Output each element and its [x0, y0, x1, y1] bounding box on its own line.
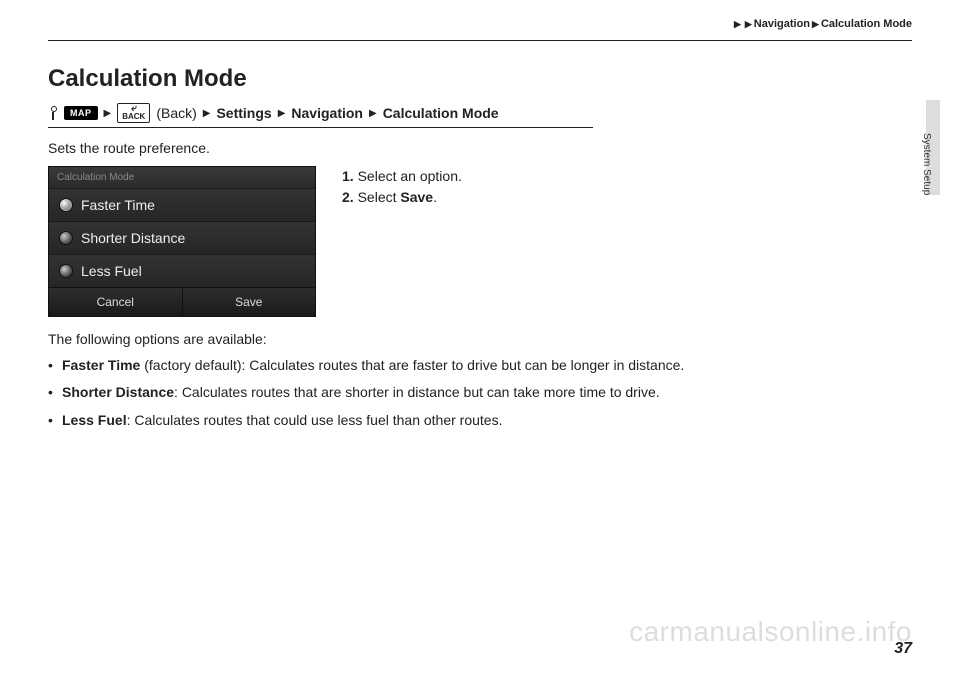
- bullet-bold: Less Fuel: [62, 412, 127, 428]
- back-text: BACK: [122, 113, 145, 121]
- nav-seg-settings: Settings: [216, 105, 271, 121]
- breadcrumb-seg: Navigation: [754, 18, 810, 30]
- radio-icon: [59, 231, 73, 245]
- breadcrumb: ▶▶Navigation▶Calculation Mode: [732, 18, 912, 30]
- nav-path: MAP ▶ ⤶ BACK (Back) ▶ Settings ▶ Navigat…: [48, 103, 912, 123]
- map-badge-icon: MAP: [64, 106, 98, 120]
- bullet-less-fuel: Less Fuel: Calculates routes that could …: [48, 410, 788, 432]
- bullet-shorter-distance: Shorter Distance: Calculates routes that…: [48, 382, 788, 404]
- triangle-right-icon: ▶: [203, 108, 211, 119]
- step-text: Select an option.: [358, 168, 462, 184]
- triangle-right-icon: ▶: [812, 19, 819, 30]
- bullet-text: : Calculates routes that could use less …: [127, 412, 503, 428]
- ss-option-faster-time: Faster Time: [49, 188, 315, 221]
- nav-seg-navigation: Navigation: [291, 105, 363, 121]
- radio-icon: [59, 198, 73, 212]
- triangle-right-icon: ▶: [734, 19, 741, 30]
- ss-footer: Cancel Save: [49, 287, 315, 316]
- step-bold: Save: [400, 189, 433, 205]
- step-number: 2.: [342, 189, 354, 205]
- radio-icon: [59, 264, 73, 278]
- ss-save-button: Save: [183, 288, 316, 316]
- ss-header: Calculation Mode: [49, 167, 315, 188]
- triangle-right-icon: ▶: [104, 108, 112, 119]
- desc-intro: The following options are available:: [48, 329, 788, 351]
- bullet-faster-time: Faster Time (factory default): Calculate…: [48, 355, 788, 377]
- back-badge-icon: ⤶ BACK: [117, 103, 150, 123]
- breadcrumb-seg: Calculation Mode: [821, 18, 912, 30]
- hand-icon: [48, 106, 58, 120]
- ui-screenshot: Calculation Mode Faster Time Shorter Dis…: [48, 166, 316, 317]
- nav-seg-calcmode: Calculation Mode: [383, 105, 499, 121]
- triangle-right-icon: ▶: [278, 108, 286, 119]
- bullet-bold: Faster Time: [62, 357, 140, 373]
- triangle-right-icon: ▶: [745, 19, 752, 30]
- side-tab-label: System Setup: [921, 133, 932, 195]
- ss-option-label: Faster Time: [81, 197, 155, 213]
- page-title: Calculation Mode: [48, 65, 912, 93]
- ss-option-label: Shorter Distance: [81, 230, 185, 246]
- ss-cancel-button: Cancel: [49, 288, 183, 316]
- title-underline: [48, 127, 593, 128]
- bullet-text: (factory default): Calculates routes tha…: [140, 357, 684, 373]
- header-rule: [48, 40, 912, 41]
- step-2: 2. Select Save.: [342, 187, 462, 208]
- intro-text: Sets the route preference.: [48, 140, 912, 156]
- step-1: 1. Select an option.: [342, 166, 462, 187]
- bullet-bold: Shorter Distance: [62, 384, 174, 400]
- page-number: 37: [894, 640, 912, 658]
- back-label: (Back): [156, 105, 196, 121]
- description: The following options are available: Fas…: [48, 329, 788, 432]
- step-number: 1.: [342, 168, 354, 184]
- triangle-right-icon: ▶: [369, 108, 377, 119]
- ss-option-label: Less Fuel: [81, 263, 142, 279]
- steps: 1. Select an option. 2. Select Save.: [342, 166, 462, 317]
- step-text: Select: [358, 189, 401, 205]
- ss-option-less-fuel: Less Fuel: [49, 254, 315, 287]
- watermark: carmanualsonline.info: [629, 616, 912, 648]
- bullet-text: : Calculates routes that are shorter in …: [174, 384, 660, 400]
- step-text: .: [433, 189, 437, 205]
- ss-option-shorter-distance: Shorter Distance: [49, 221, 315, 254]
